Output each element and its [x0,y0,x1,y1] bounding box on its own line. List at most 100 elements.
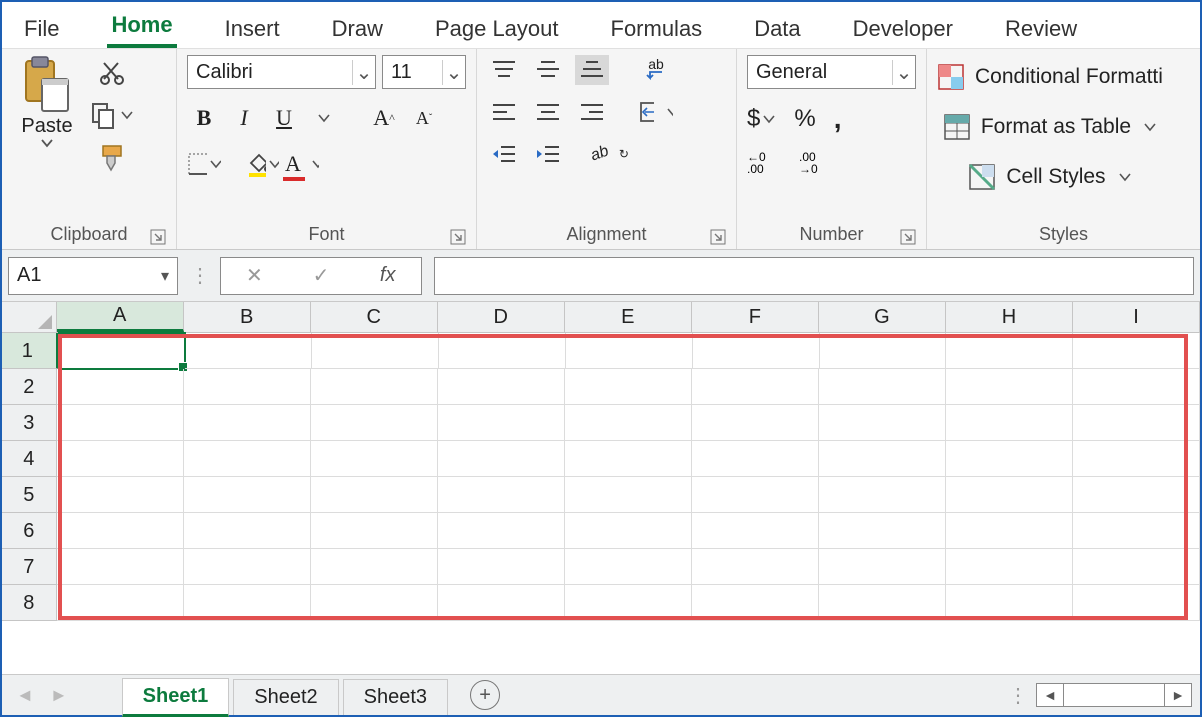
enter-formula-button[interactable]: ✓ [288,263,355,288]
tab-file[interactable]: File [20,8,63,48]
paste-dropdown[interactable] [40,138,54,148]
name-box[interactable]: A1 ▾ [8,257,178,295]
clipboard-launcher[interactable] [150,229,166,245]
cell-A2[interactable] [57,369,184,405]
cell-C7[interactable] [311,549,438,585]
cell-A6[interactable] [57,513,184,549]
scroll-track[interactable] [1064,683,1164,707]
sheet-tab-options[interactable]: ⋮ [1008,683,1026,708]
row-header-3[interactable]: 3 [2,405,57,441]
cell-C5[interactable] [311,477,438,513]
bold-button[interactable]: B [187,101,221,135]
cell-G1[interactable] [820,333,947,369]
cell-H8[interactable] [946,585,1073,621]
cell-C4[interactable] [311,441,438,477]
col-header-H[interactable]: H [946,302,1073,332]
cell-I3[interactable] [1073,405,1200,441]
scroll-left-button[interactable]: ◄ [1036,683,1064,707]
cell-C1[interactable] [312,333,439,369]
row-header-2[interactable]: 2 [2,369,57,405]
cell-I7[interactable] [1073,549,1200,585]
row-header-6[interactable]: 6 [2,513,57,549]
row-header-7[interactable]: 7 [2,549,57,585]
cell-G6[interactable] [819,513,946,549]
add-sheet-button[interactable]: + [470,680,500,710]
comma-style-button[interactable]: , [834,103,842,135]
cell-F5[interactable] [692,477,819,513]
conditional-formatting-button[interactable]: Conditional Formatti [937,55,1163,99]
cell-G8[interactable] [819,585,946,621]
cell-A7[interactable] [57,549,184,585]
cell-A1[interactable] [59,333,186,369]
number-format-combo[interactable]: General ⌄ [747,55,916,89]
borders-button[interactable] [187,147,221,181]
col-header-I[interactable]: I [1073,302,1200,332]
col-header-F[interactable]: F [692,302,819,332]
cell-A4[interactable] [57,441,184,477]
cell-G3[interactable] [819,405,946,441]
cell-E2[interactable] [565,369,692,405]
underline-dropdown[interactable] [307,101,341,135]
cell-A3[interactable] [57,405,184,441]
cell-B5[interactable] [184,477,311,513]
col-header-C[interactable]: C [311,302,438,332]
formula-bar-options[interactable]: ⋮ [190,263,208,288]
cell-A8[interactable] [57,585,184,621]
cell-H4[interactable] [946,441,1073,477]
alignment-launcher[interactable] [710,229,726,245]
cell-C6[interactable] [311,513,438,549]
cell-H5[interactable] [946,477,1073,513]
cell-F3[interactable] [692,405,819,441]
cell-B3[interactable] [184,405,311,441]
format-as-table-button[interactable]: Format as Table [937,105,1163,149]
cell-B2[interactable] [184,369,311,405]
cell-E3[interactable] [565,405,692,441]
increase-font-button[interactable]: A^ [367,101,401,135]
cell-D5[interactable] [438,477,565,513]
cell-C8[interactable] [311,585,438,621]
cell-D4[interactable] [438,441,565,477]
cell-H7[interactable] [946,549,1073,585]
col-header-A[interactable]: A [57,302,184,332]
tab-developer[interactable]: Developer [849,8,957,48]
tab-formulas[interactable]: Formulas [607,8,707,48]
cell-E8[interactable] [565,585,692,621]
cell-E1[interactable] [566,333,693,369]
currency-button[interactable]: $ [747,105,776,133]
cell-F7[interactable] [692,549,819,585]
align-right-button[interactable] [575,97,609,127]
sheet-tab-3[interactable]: Sheet3 [343,679,448,715]
font-name-combo[interactable]: Calibri ⌄ [187,55,376,89]
decrease-decimal-button[interactable]: .00→0 [799,149,833,175]
tab-insert[interactable]: Insert [221,8,284,48]
cell-B1[interactable] [185,333,312,369]
cell-G5[interactable] [819,477,946,513]
cell-E4[interactable] [565,441,692,477]
cell-I2[interactable] [1073,369,1200,405]
cell-C2[interactable] [311,369,438,405]
cell-I6[interactable] [1073,513,1200,549]
align-top-button[interactable] [487,55,521,85]
cell-I5[interactable] [1073,477,1200,513]
formula-input[interactable] [434,257,1194,295]
cell-B4[interactable] [184,441,311,477]
number-launcher[interactable] [900,229,916,245]
fill-color-button[interactable] [245,147,279,181]
cell-F1[interactable] [693,333,820,369]
cell-G2[interactable] [819,369,946,405]
align-left-button[interactable] [487,97,521,127]
col-header-E[interactable]: E [565,302,692,332]
cell-C3[interactable] [311,405,438,441]
sheet-tab-1[interactable]: Sheet1 [122,678,230,717]
cell-G4[interactable] [819,441,946,477]
cell-F8[interactable] [692,585,819,621]
tab-draw[interactable]: Draw [328,8,387,48]
align-bottom-button[interactable] [575,55,609,85]
insert-function-button[interactable]: fx [354,264,421,287]
cell-F2[interactable] [692,369,819,405]
decrease-font-button[interactable]: Aˇ [407,101,441,135]
cell-H6[interactable] [946,513,1073,549]
format-painter-button[interactable] [90,143,134,173]
cell-B6[interactable] [184,513,311,549]
sheet-tab-2[interactable]: Sheet2 [233,679,338,715]
